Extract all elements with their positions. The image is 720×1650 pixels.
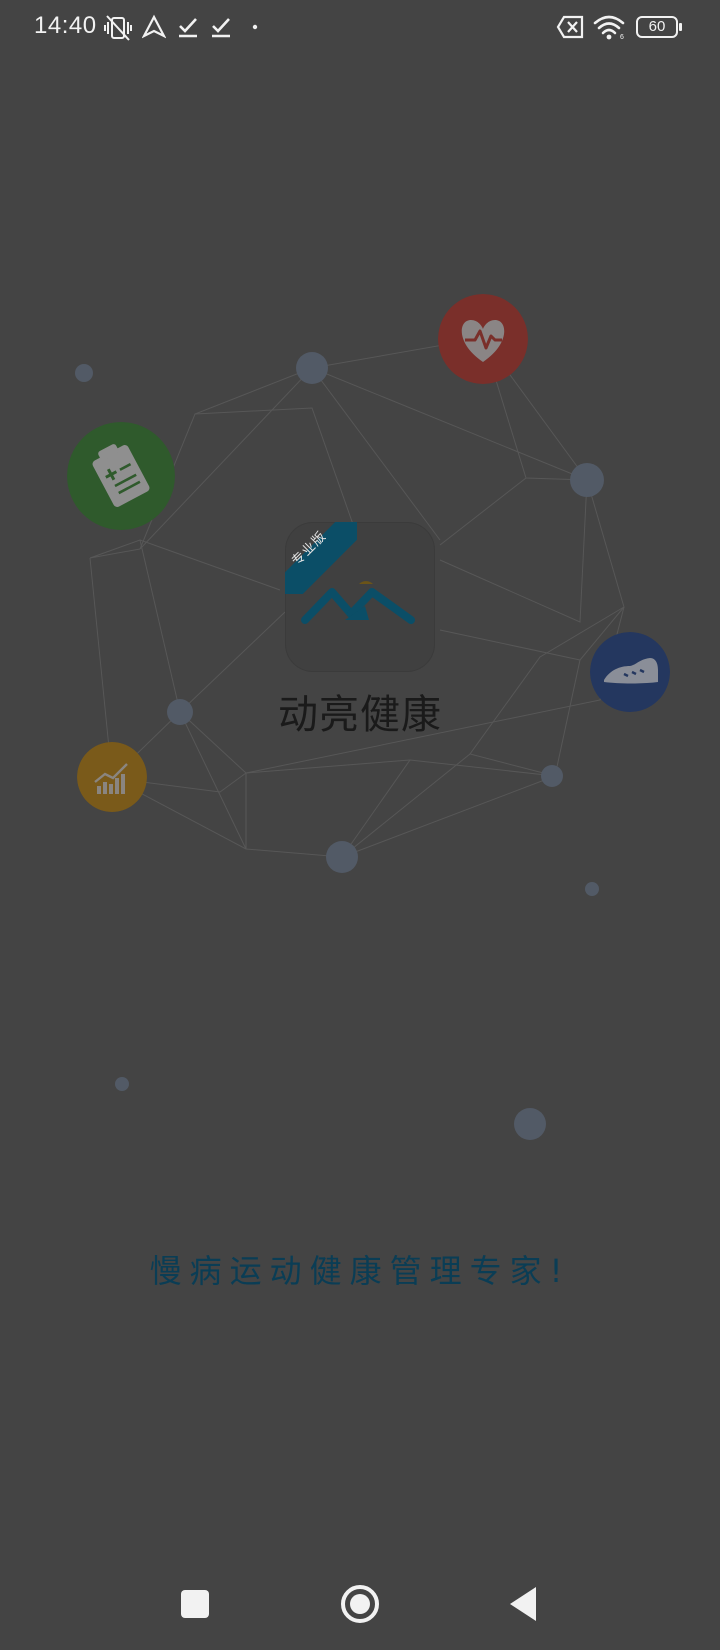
network-background xyxy=(75,337,625,1140)
back-button[interactable] xyxy=(506,1560,542,1650)
app-logo: 专业版 xyxy=(285,522,435,672)
pro-ribbon: 专业版 xyxy=(285,522,357,594)
chart-icon xyxy=(77,742,147,812)
app-name: 动亮健康 xyxy=(278,692,442,738)
splash-screen: 14:40 6 60 专业版 动亮健康 慢病运动健康管理专家! xyxy=(0,0,720,1650)
recents-button[interactable] xyxy=(178,1560,214,1650)
slogan: 慢病运动健康管理专家! xyxy=(149,1252,571,1290)
heart-pulse-icon xyxy=(438,294,528,384)
navigation-bar xyxy=(0,1560,720,1650)
clipboard-icon xyxy=(67,422,175,530)
home-button[interactable] xyxy=(338,1560,382,1650)
